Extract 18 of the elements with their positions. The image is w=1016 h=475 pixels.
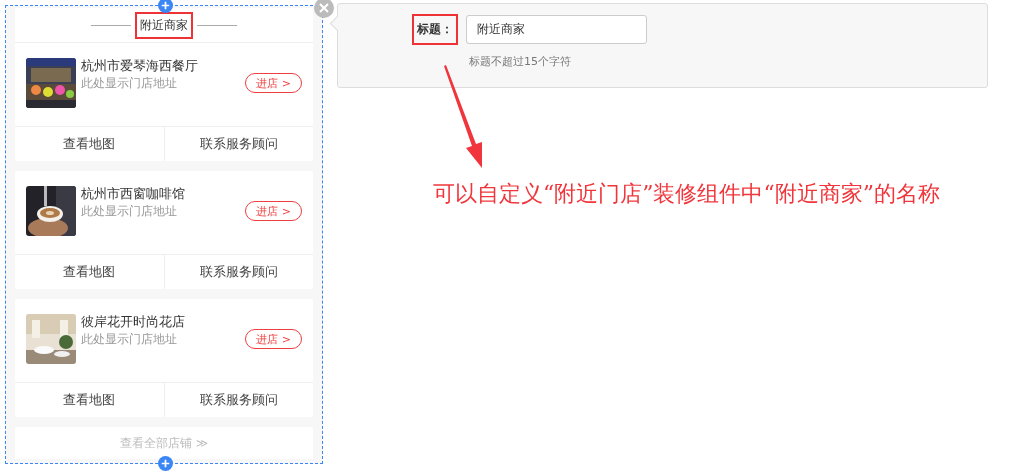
store-address: 此处显示门店地址 <box>81 76 178 90</box>
store-address: 此处显示门店地址 <box>81 332 178 346</box>
close-icon[interactable] <box>314 0 334 18</box>
add-icon[interactable] <box>158 456 173 471</box>
enter-store-button[interactable]: 进店 > <box>245 329 302 349</box>
title-label: 标题： <box>412 14 458 45</box>
section-title: 附近商家 <box>135 11 193 39</box>
title-input[interactable]: 附近商家 <box>466 15 647 44</box>
store-address: 此处显示门店地址 <box>81 204 178 218</box>
double-chevron-icon: ≫ <box>195 436 208 450</box>
store-name: 彼岸花开时尚花店 <box>81 314 185 330</box>
store-name: 杭州市西窗咖啡馆 <box>81 186 185 202</box>
enter-store-button[interactable]: 进店 > <box>245 201 302 221</box>
hint-text: 标题不超过15个字符 <box>469 54 572 69</box>
add-icon[interactable] <box>158 0 173 13</box>
annotation-text: 可以自定义“附近门店”装修组件中“附近商家”的名称 <box>433 180 941 208</box>
enter-store-button[interactable]: 进店 > <box>245 73 302 93</box>
store-name: 杭州市爱琴海西餐厅 <box>81 58 198 74</box>
